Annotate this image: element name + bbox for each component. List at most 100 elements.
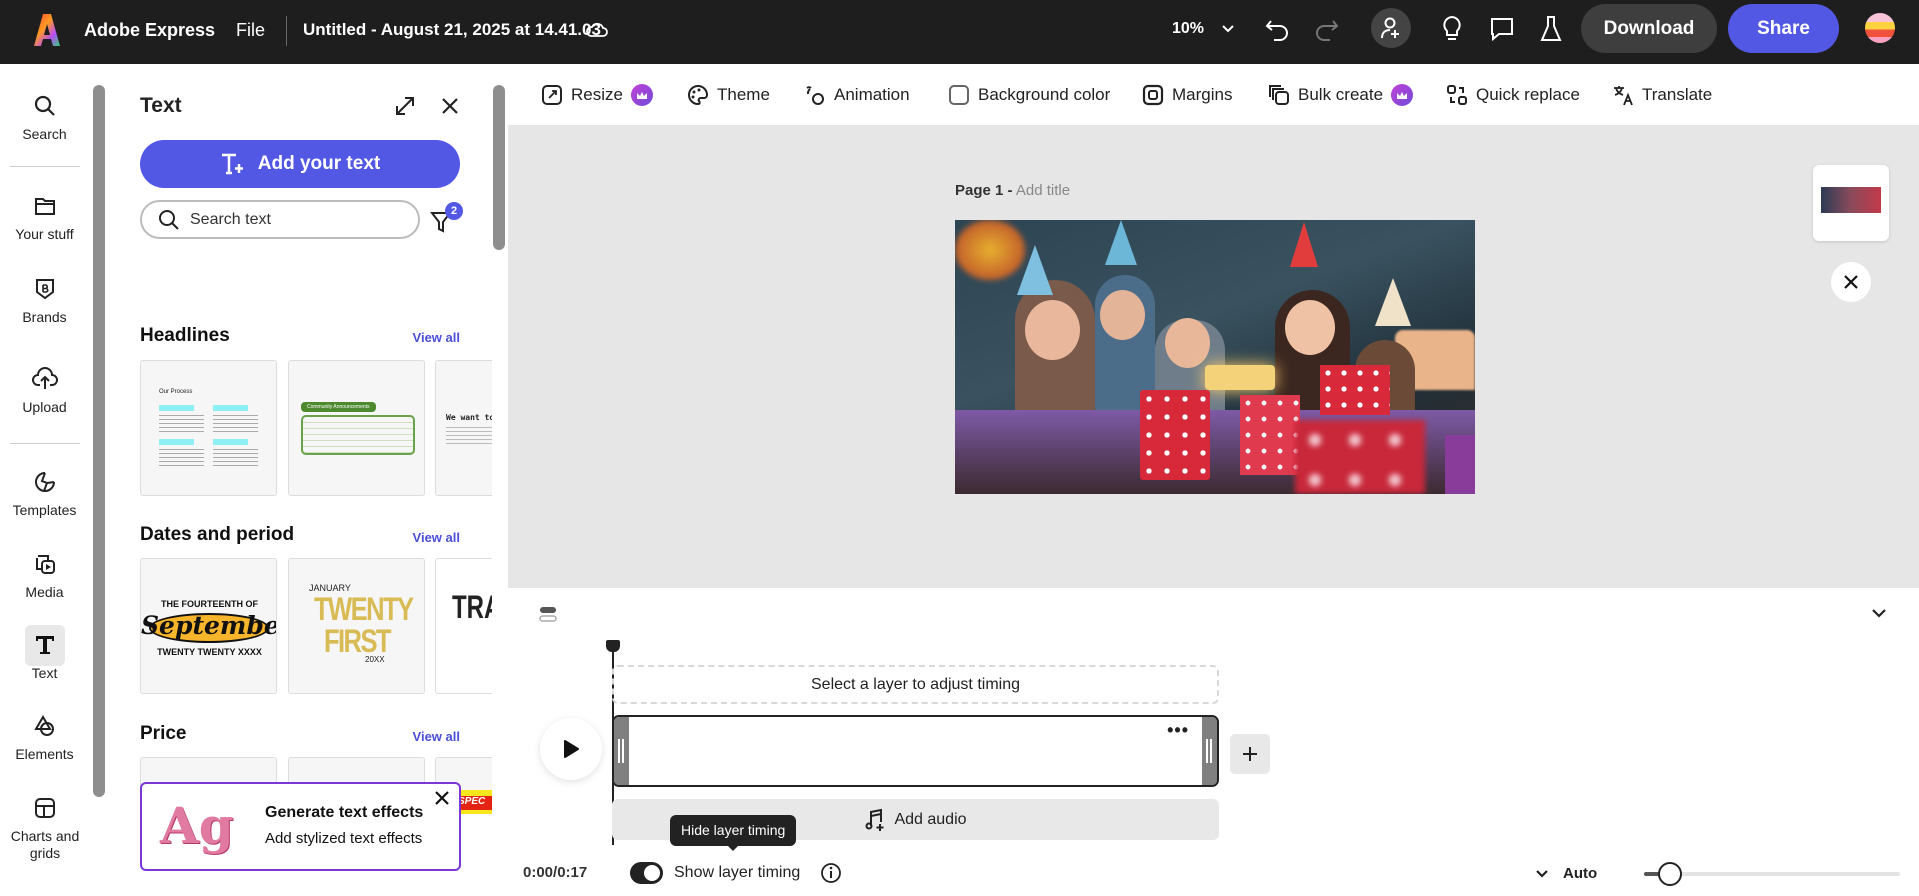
close-icon [1844, 275, 1858, 289]
add-scene-button[interactable] [1230, 734, 1270, 774]
adobe-express-logo[interactable] [34, 14, 60, 46]
rail-item-upload[interactable]: Upload [0, 367, 89, 416]
sept-bottom-text: TWENTY TWENTY XXXX [157, 647, 262, 657]
add-your-text-button[interactable]: Add your text [140, 140, 460, 188]
panel-scrollbar[interactable] [493, 85, 505, 250]
info-icon[interactable] [820, 862, 842, 884]
show-layer-timing-toggle[interactable] [630, 862, 663, 884]
background-color-button[interactable]: Background color [948, 84, 1110, 106]
redo-icon[interactable] [1313, 17, 1339, 45]
file-menu[interactable]: File [236, 20, 265, 41]
left-rail: Search Your stuff Brands Upload Template… [0, 64, 89, 896]
date-card[interactable]: THE FOURTEENTH OF September TWENTY TWENT… [140, 558, 277, 694]
section-title: Dates and period [140, 524, 295, 545]
rail-item-templates[interactable]: Templates [0, 470, 89, 519]
margins-icon [1142, 84, 1164, 106]
theme-button[interactable]: Theme [687, 84, 770, 106]
rail-item-text[interactable]: Text [0, 633, 89, 682]
add-title-link[interactable]: Add title [1016, 182, 1070, 199]
brand-icon [35, 279, 54, 300]
select-layer-hint: Select a layer to adjust timing [612, 665, 1219, 704]
cloud-icon[interactable] [586, 19, 608, 39]
divider [286, 16, 287, 46]
rail-item-search[interactable]: Search [0, 94, 89, 143]
quick-replace-icon [1447, 85, 1467, 105]
slider-knob[interactable] [1657, 862, 1682, 886]
quick-replace-button[interactable]: Quick replace [1446, 84, 1580, 106]
lightbulb-icon[interactable] [1441, 15, 1463, 43]
app-name: Adobe Express [84, 20, 216, 40]
close-icon[interactable] [440, 96, 460, 116]
margins-button[interactable]: Margins [1142, 84, 1232, 106]
bulk-create-button[interactable]: Bulk create [1268, 84, 1414, 106]
date-card[interactable]: JANUARY TWENTY FIRST 20XX [288, 558, 425, 694]
time-readout: 0:00/0:17 [523, 864, 588, 881]
premium-crown-icon [1391, 84, 1414, 106]
text-icon [35, 636, 54, 654]
play-button[interactable] [540, 718, 602, 780]
rail-item-charts-and-grids[interactable]: Charts and grids [0, 796, 89, 862]
resize-button[interactable]: Resize [541, 84, 653, 106]
page-label: Page 1 - Add title [955, 182, 1071, 199]
clip-trim-handle-right[interactable] [1202, 717, 1217, 785]
headline-card[interactable]: Community Announcements [288, 360, 425, 496]
folder-icon [34, 198, 55, 215]
search-text-input[interactable]: Search text [140, 200, 420, 239]
charts-grids-icon [34, 798, 55, 818]
generate-text-effects-promo[interactable]: Ag Generate text effects Add stylized te… [140, 782, 461, 871]
download-button[interactable]: Download [1581, 4, 1717, 53]
share-button[interactable]: Share [1728, 4, 1839, 53]
top-bar: Adobe Express File Untitled - August 21,… [0, 0, 1919, 64]
expand-icon[interactable] [394, 95, 416, 117]
rail-scrollbar[interactable] [93, 85, 105, 797]
resize-icon [542, 85, 562, 105]
rail-item-your-stuff[interactable]: Your stuff [0, 194, 89, 243]
zoom-mode-chevron-icon[interactable] [1535, 869, 1549, 879]
comment-icon[interactable] [1489, 16, 1515, 42]
view-all-link[interactable]: View all [413, 729, 460, 744]
divider [10, 166, 80, 167]
timeline-layers-icon[interactable] [539, 605, 557, 623]
playhead-handle[interactable] [606, 640, 620, 652]
close-icon[interactable] [434, 790, 450, 806]
play-icon [564, 740, 579, 758]
undo-icon[interactable] [1265, 17, 1291, 45]
tooltip: Hide layer timing [670, 815, 797, 851]
rail-item-brands[interactable]: Brands [0, 277, 89, 326]
avatar[interactable] [1865, 13, 1895, 43]
more-options-icon[interactable]: ••• [1167, 721, 1189, 739]
page-image-birthday-party[interactable] [955, 220, 1475, 494]
filter-button[interactable]: 2 [430, 202, 463, 235]
animation-button[interactable]: Animation [804, 84, 910, 106]
video-clip-track[interactable]: ••• [612, 715, 1219, 787]
translate-icon [1614, 86, 1633, 106]
translate-button[interactable]: Translate [1612, 84, 1712, 106]
collapse-timeline-chevron-icon[interactable] [1871, 607, 1887, 619]
text-panel: Text Add your text Search text 2 Headlin… [105, 64, 492, 896]
view-all-link[interactable]: View all [413, 530, 460, 545]
headline-card[interactable]: We want to [435, 360, 492, 496]
page-thumbnail[interactable] [1813, 165, 1889, 241]
zoom-mode[interactable]: Auto [1563, 865, 1597, 882]
date-card[interactable]: TRA [435, 558, 492, 694]
document-title[interactable]: Untitled - August 21, 2025 at 14.41.03 [303, 20, 601, 40]
add-text-icon [221, 153, 243, 175]
invite-button[interactable] [1371, 8, 1411, 48]
clip-trim-handle-left[interactable] [614, 717, 629, 785]
sept-top-text: THE FOURTEENTH OF [161, 599, 258, 609]
view-all-link[interactable]: View all [413, 330, 460, 345]
headline-card[interactable]: Our Process [140, 360, 277, 496]
chevron-down-icon[interactable] [1221, 24, 1235, 34]
color-swatch-icon [949, 85, 969, 105]
rail-item-elements[interactable]: Elements [0, 714, 89, 763]
show-layer-timing-label: Show layer timing [674, 864, 801, 881]
palette-icon [688, 84, 709, 106]
animation-icon [806, 86, 824, 105]
rail-item-media[interactable]: Media [0, 552, 89, 601]
close-pages-button[interactable] [1831, 262, 1871, 302]
timeline-zoom-slider[interactable] [1644, 862, 1900, 886]
section-title: Price [140, 723, 187, 744]
search-icon [159, 209, 179, 230]
zoom-level[interactable]: 10% [1172, 20, 1204, 38]
flask-icon[interactable] [1540, 15, 1562, 43]
